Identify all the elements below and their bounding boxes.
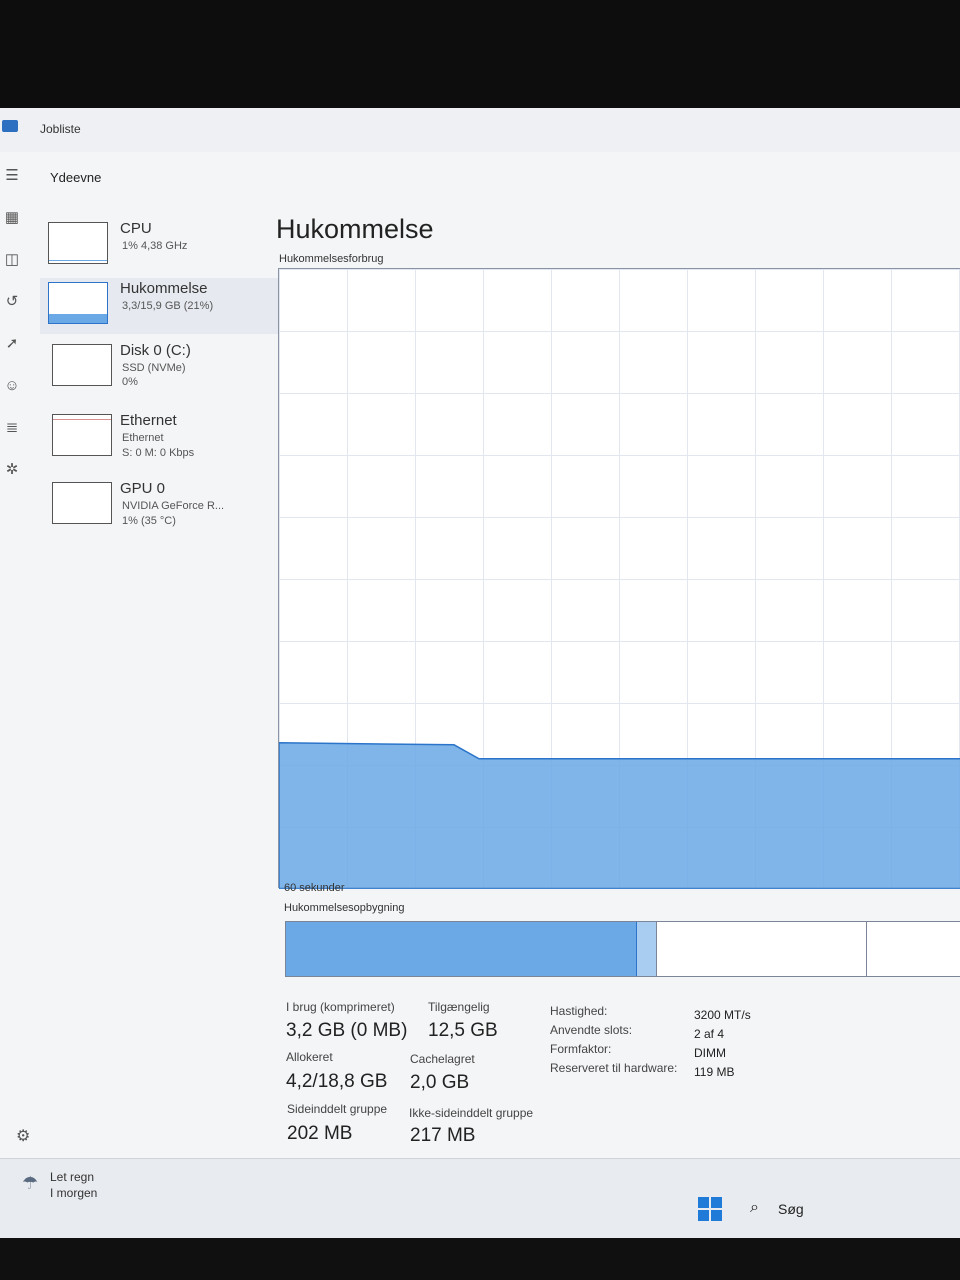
memory-usage-area [279,742,960,889]
device-detail: 1% (35 °C) [122,515,176,527]
device-name: Disk 0 (C:) [120,342,191,359]
weather-widget[interactable]: Let regn I morgen [50,1169,97,1201]
device-detail: Ethernet [122,432,164,444]
ethernet-graph-line [53,419,111,420]
paged-pool-value: 202 MB [287,1123,353,1144]
windows-logo-tile [698,1210,709,1221]
gpu-thumbnail-graph [52,482,112,524]
composition-label: Hukommelsesopbygning [284,902,405,914]
windows-logo-tile [698,1197,709,1208]
menu-icon[interactable]: ☰ [2,166,22,186]
device-memory[interactable]: Hukommelse 3,3/15,9 GB (21%) [40,278,286,334]
device-detail: SSD (NVMe) [122,362,186,374]
monitor-bezel-top [0,0,960,108]
page-title: Ydeevne [50,170,102,185]
form-factor-label: Formfaktor: [550,1042,612,1056]
committed-label: Allokeret [286,1050,333,1064]
memory-thumbnail-fill [49,313,107,323]
cached-label: Cachelagret [410,1052,475,1066]
details-icon[interactable]: ≣ [2,418,22,438]
device-detail: 0% [122,376,138,388]
available-label: Tilgængelig [428,1000,490,1014]
monitor-bezel-bottom [0,1238,960,1280]
cpu-graph-line [49,260,107,261]
slots-value: 2 af 4 [694,1027,725,1041]
device-name: GPU 0 [120,480,166,497]
device-ethernet[interactable]: Ethernet Ethernet S: 0 M: 0 Kbps [48,410,278,466]
device-name: Hukommelse [120,280,208,297]
hardware-reserved-value: 119 MB [694,1065,735,1079]
window-title: Jobliste [40,122,81,136]
task-manager-window: Jobliste ☰ ▦ ◫ ↺ ➚ ☺ ≣ ✲ ⚙ Ydeevne CPU 1… [0,108,960,1239]
device-name: Ethernet [120,412,177,429]
windows-logo-tile [711,1197,722,1208]
time-axis-label: 60 sekunder [284,882,345,894]
composition-standby [657,922,867,976]
device-cpu[interactable]: CPU 1% 4,38 GHz [48,218,278,274]
nonpaged-pool-value: 217 MB [410,1125,476,1146]
available-value: 12,5 GB [428,1020,498,1041]
start-button[interactable] [698,1197,722,1221]
device-detail: S: 0 M: 0 Kbps [122,447,195,459]
search-icon[interactable]: ⌕ [750,1199,759,1217]
memory-usage-graph [278,268,960,889]
left-navigation: ☰ ▦ ◫ ↺ ➚ ☺ ≣ ✲ [0,152,34,1202]
taskbar: ☂ Let regn I morgen ⌕ Søg [0,1158,960,1239]
memory-heading: Hukommelse [276,214,434,244]
composition-in-use [286,922,637,976]
weather-time: I morgen [50,1186,98,1200]
gear-icon[interactable]: ⚙ [16,1126,30,1146]
weather-condition: Let regn [50,1170,95,1184]
device-name: CPU [120,220,152,237]
cached-value: 2,0 GB [410,1072,470,1093]
in-use-label: I brug (komprimeret) [286,1000,395,1014]
form-factor-value: DIMM [694,1046,726,1060]
paged-pool-label: Sideinddelt gruppe [287,1102,388,1116]
slots-label: Anvendte slots: [550,1023,633,1037]
device-gpu[interactable]: GPU 0 NVIDIA GeForce R... 1% (35 °C) [48,478,278,534]
task-manager-icon [2,120,18,132]
users-icon[interactable]: ☺ [2,376,22,396]
title-bar: Jobliste [0,108,960,152]
memory-composition-bar [285,921,960,977]
nonpaged-pool-label: Ikke-sideinddelt gruppe [409,1106,534,1120]
windows-logo-tile [711,1210,722,1221]
processes-icon[interactable]: ▦ [2,208,22,228]
usage-graph-svg [279,742,960,889]
device-detail: 1% 4,38 GHz [122,240,188,252]
in-use-value: 3,2 GB (0 MB) [286,1020,408,1041]
usage-graph-label: Hukommelsesforbrug [279,253,384,265]
ethernet-thumbnail-graph [52,414,112,456]
memory-thumbnail-graph [48,282,108,324]
cpu-thumbnail-graph [48,222,108,264]
search-button[interactable]: Søg [778,1201,804,1217]
hardware-reserved-label: Reserveret til hardware: [550,1061,678,1075]
committed-value: 4,2/18,8 GB [286,1071,388,1092]
weather-rain-icon[interactable]: ☂ [22,1173,38,1194]
app-history-icon[interactable]: ↺ [2,292,22,312]
speed-label: Hastighed: [550,1004,608,1018]
device-detail: NVIDIA GeForce R... [122,500,225,512]
services-icon[interactable]: ✲ [2,460,22,480]
speed-value: 3200 MT/s [694,1008,751,1022]
startup-icon[interactable]: ➚ [2,334,22,354]
disk-thumbnail-graph [52,344,112,386]
composition-modified [637,922,658,976]
device-disk[interactable]: Disk 0 (C:) SSD (NVMe) 0% [48,340,278,396]
performance-icon[interactable]: ◫ [2,250,22,270]
device-detail: 3,3/15,9 GB (21%) [122,300,214,312]
